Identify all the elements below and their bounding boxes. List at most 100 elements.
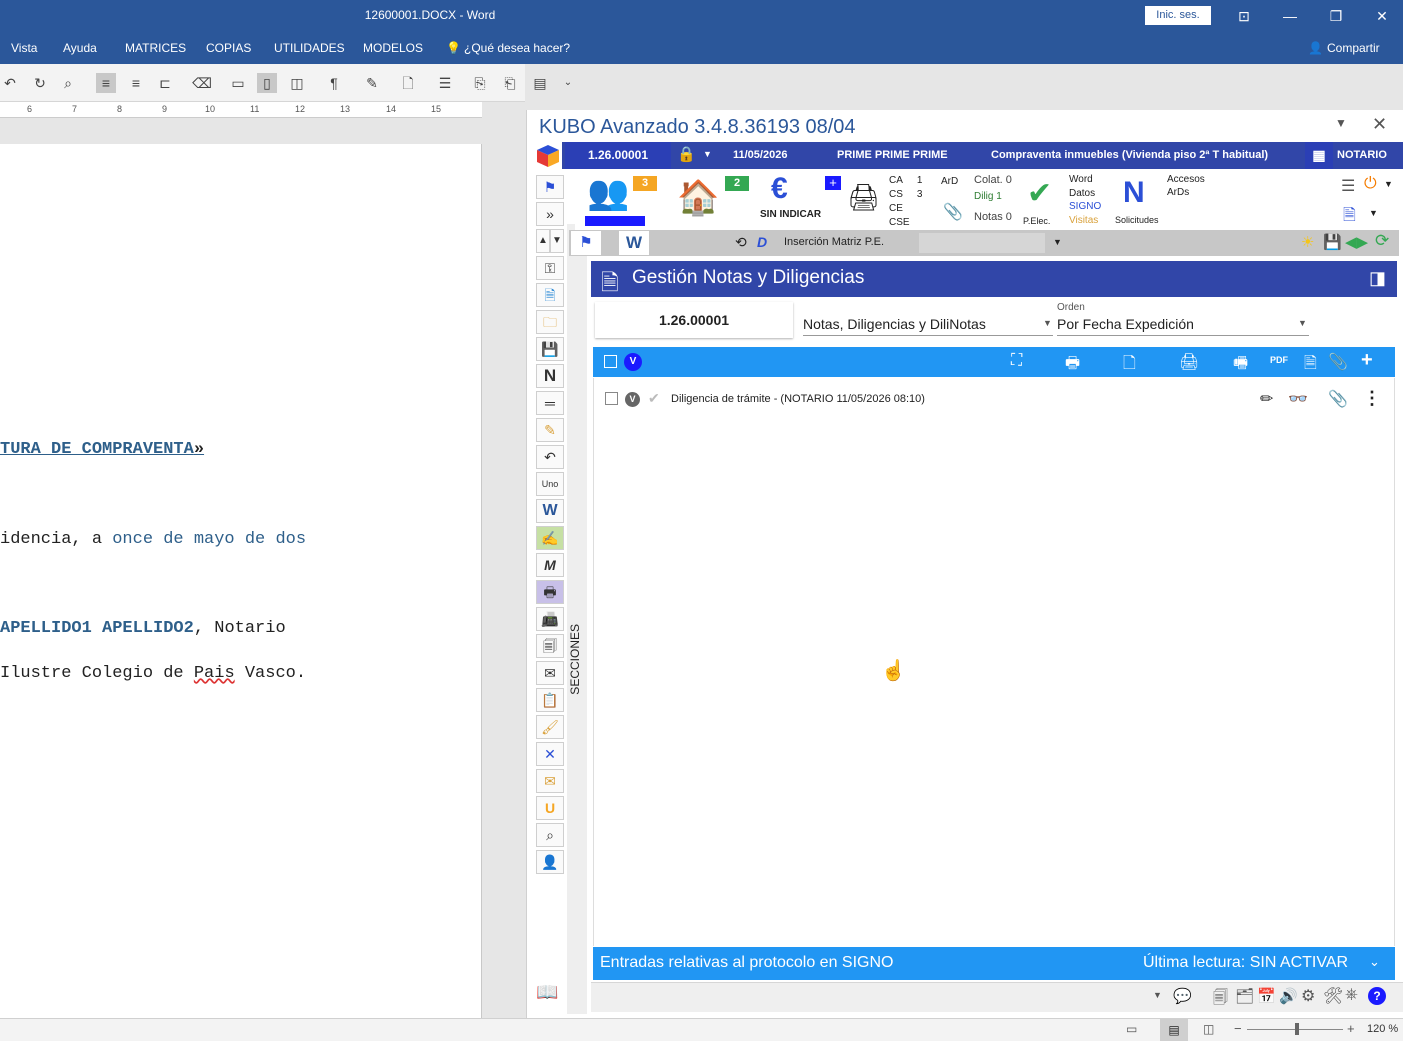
paperclip-icon[interactable]: 📎 bbox=[943, 202, 963, 222]
fax-print-icon[interactable]: 🖷 bbox=[1233, 352, 1248, 379]
attach-icon[interactable]: 📎 bbox=[1328, 352, 1348, 372]
accesos-link[interactable]: Accesos bbox=[1167, 173, 1205, 186]
entry-attach-icon[interactable]: 📎 bbox=[1328, 389, 1348, 409]
printer-icon[interactable]: 🖶 bbox=[536, 580, 564, 604]
x-logo-icon[interactable]: ✕ bbox=[536, 742, 564, 766]
pane-options-icon[interactable]: ▼ bbox=[1335, 116, 1347, 130]
support-icon[interactable]: ⎈ bbox=[1345, 986, 1358, 1004]
attach-doc-icon[interactable]: ⎗ bbox=[500, 73, 520, 93]
book-icon[interactable]: 📖 bbox=[536, 982, 558, 1003]
panel-toggle-icon[interactable]: ◨ bbox=[1369, 268, 1386, 289]
stamp-icon[interactable]: ▤ bbox=[530, 73, 550, 93]
align-center-icon[interactable]: ≡ bbox=[126, 73, 146, 93]
sun-icon[interactable]: ☀ bbox=[1301, 233, 1314, 251]
glasses-icon[interactable]: 👓 bbox=[1288, 389, 1308, 409]
pilcrow-icon[interactable]: ¶ bbox=[324, 73, 344, 93]
edit-pencil-icon[interactable]: ✏ bbox=[1260, 389, 1273, 409]
power-icon[interactable]: ⏻ bbox=[1364, 175, 1377, 193]
redo-icon[interactable]: ↻ bbox=[30, 73, 50, 93]
edit-note-icon[interactable]: ✎ bbox=[536, 418, 564, 442]
add-doc-icon[interactable]: 🗎 bbox=[536, 283, 564, 307]
fullscreen-icon[interactable]: ⛶ bbox=[1011, 352, 1022, 370]
entry-text[interactable]: Diligencia de trámite - (NOTARIO 11/05/2… bbox=[671, 393, 925, 405]
lock-icon[interactable]: 🔒 bbox=[677, 145, 696, 163]
doc-info-icon[interactable]: 🗋 bbox=[398, 73, 418, 93]
check-icon[interactable]: ✔ bbox=[1027, 176, 1052, 211]
signo-link[interactable]: SIGNO bbox=[1069, 200, 1101, 214]
envelope-icon[interactable]: ✉ bbox=[536, 769, 564, 793]
save-green-icon[interactable]: 💾 bbox=[1323, 233, 1342, 251]
minimize-icon[interactable]: — bbox=[1267, 0, 1313, 32]
outline-icon[interactable]: ☰ bbox=[435, 73, 455, 93]
close-icon[interactable]: ✕ bbox=[1359, 0, 1403, 32]
eraser-icon[interactable]: ⌫ bbox=[192, 73, 212, 93]
signature-icon[interactable]: ✍ bbox=[536, 526, 564, 550]
export-dropdown-icon[interactable]: ▼ bbox=[1369, 208, 1378, 218]
print-star-icon[interactable]: 🖶 bbox=[1065, 352, 1080, 379]
power-dropdown-icon[interactable]: ▼ bbox=[1384, 179, 1393, 189]
notas-label[interactable]: Notas 0 bbox=[974, 211, 1012, 223]
web-layout-icon[interactable]: ◫ bbox=[287, 73, 307, 93]
tell-me-search[interactable]: ¿Qué desea hacer? bbox=[464, 41, 570, 55]
add-entry-icon[interactable]: + bbox=[1361, 349, 1373, 372]
v-badge[interactable]: V bbox=[624, 353, 642, 371]
equals-icon[interactable]: ═ bbox=[536, 391, 564, 415]
ribbon-display-icon[interactable]: ⊡ bbox=[1221, 0, 1267, 32]
secciones-label[interactable]: SECCIONES bbox=[568, 624, 582, 695]
move-down-icon[interactable]: ▼ bbox=[550, 229, 564, 253]
save-icon[interactable]: 💾 bbox=[536, 337, 564, 361]
align-justify-icon[interactable]: ≡ bbox=[96, 73, 116, 93]
indent-icon[interactable]: ⊏ bbox=[155, 73, 175, 93]
tab-word-icon[interactable]: W bbox=[619, 231, 649, 255]
menu-utilidades[interactable]: UTILIDADES bbox=[274, 41, 345, 55]
history-icon[interactable]: ⟲ bbox=[735, 234, 747, 251]
read-mode-icon[interactable]: ▭ bbox=[228, 73, 248, 93]
search-doc-icon[interactable]: ⌕ bbox=[536, 823, 564, 847]
stamp-printer-icon[interactable]: 🖨 bbox=[847, 182, 880, 213]
speaker-icon[interactable]: 🔊 bbox=[1279, 987, 1298, 1005]
ards-link[interactable]: ArDs bbox=[1167, 186, 1205, 199]
parties-icon[interactable]: 👥 bbox=[587, 173, 629, 213]
protocol-number[interactable]: 1.26.00001 bbox=[565, 142, 671, 169]
user-doc-icon[interactable]: 👤 bbox=[536, 850, 564, 874]
pdf-export-icon[interactable]: PDF bbox=[1270, 355, 1288, 365]
bottom-dropdown-icon[interactable]: ▼ bbox=[1153, 990, 1162, 1000]
u-icon[interactable]: U bbox=[536, 796, 564, 820]
doc-export-icon[interactable]: 🗎 bbox=[1343, 204, 1356, 231]
move-up-icon[interactable]: ▲ bbox=[536, 229, 550, 253]
protocol-filter[interactable]: 1.26.00001 bbox=[595, 302, 793, 338]
pdf-icon[interactable]: 🗐 bbox=[536, 634, 564, 658]
web-view-icon[interactable]: ◫ bbox=[1203, 1022, 1214, 1036]
document-page[interactable]: TURA DE COMPRAVENTA» idencia, a once de … bbox=[0, 144, 482, 1018]
visitas-link[interactable]: Visitas bbox=[1069, 214, 1101, 228]
read-view-icon[interactable]: ▭ bbox=[1126, 1022, 1137, 1036]
zoom-in-icon[interactable]: + bbox=[1347, 1021, 1355, 1036]
tools-icon[interactable]: 🛠 bbox=[1323, 986, 1343, 1006]
doc-list-icon[interactable]: 🗐 bbox=[1213, 987, 1228, 1012]
mail-icon[interactable]: ✉ bbox=[536, 661, 564, 685]
menu-vista[interactable]: Vista bbox=[11, 41, 37, 55]
doc-icon[interactable]: 🗎 bbox=[1304, 352, 1317, 379]
zoom-slider-thumb[interactable] bbox=[1295, 1023, 1299, 1035]
footer-collapse-icon[interactable]: ⌄ bbox=[1369, 954, 1380, 970]
m-icon[interactable]: M bbox=[536, 553, 564, 577]
fax-icon[interactable]: 📠 bbox=[536, 607, 564, 631]
brush-icon[interactable]: 🖌 bbox=[536, 715, 564, 739]
word-link[interactable]: Word bbox=[1069, 173, 1101, 187]
datos-link[interactable]: Datos bbox=[1069, 187, 1101, 201]
undo-icon[interactable]: ↶ bbox=[0, 73, 20, 93]
uno-icon[interactable]: Uno bbox=[536, 472, 564, 496]
order-select[interactable]: Por Fecha Expedición ▼ bbox=[1057, 312, 1309, 336]
settings-icon[interactable]: ⚙ bbox=[1301, 986, 1315, 1006]
pane-close-icon[interactable]: ✕ bbox=[1372, 114, 1387, 135]
dilig-label[interactable]: Dilig 1 bbox=[974, 191, 1002, 202]
key-icon[interactable]: ⚿ bbox=[536, 256, 564, 280]
print-layout-icon[interactable]: ▯ bbox=[257, 73, 277, 93]
entry-checkbox[interactable] bbox=[605, 392, 618, 405]
folder-icon[interactable]: 🗀 bbox=[536, 310, 564, 334]
zoom-level[interactable]: 120 % bbox=[1367, 1023, 1398, 1035]
solicitudes-icon[interactable]: N bbox=[1123, 176, 1145, 210]
customize-dropdown-icon[interactable]: ⌄ bbox=[558, 73, 578, 93]
presenter-icon[interactable]: ⚑ bbox=[536, 175, 564, 199]
property-icon[interactable]: 🏠 bbox=[677, 178, 719, 218]
